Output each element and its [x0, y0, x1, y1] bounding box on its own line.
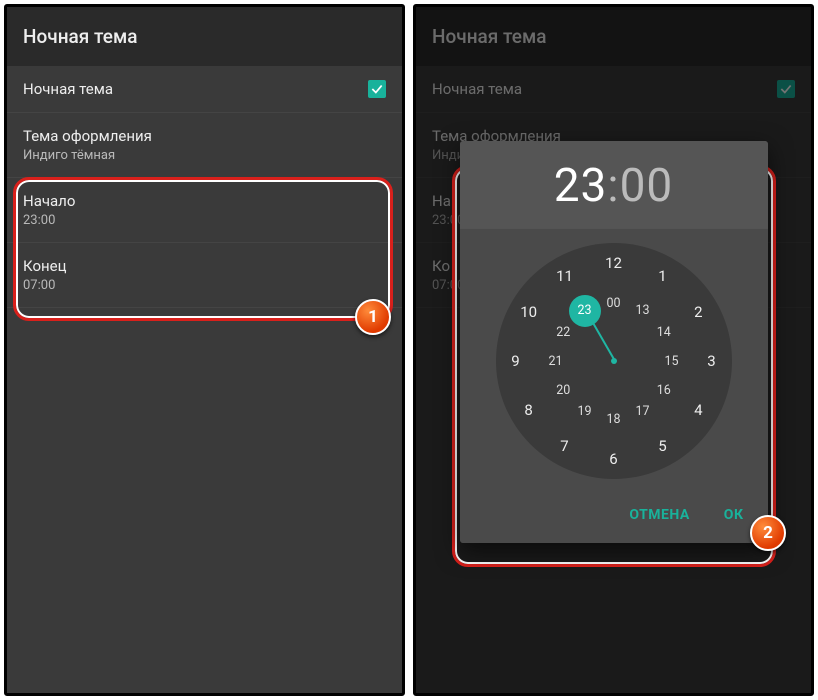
outer-hour-1[interactable]: 1: [649, 262, 677, 290]
toggle-label: Ночная тема: [23, 80, 113, 98]
theme-label: Тема оформления: [23, 127, 152, 145]
minute-display[interactable]: 00: [620, 159, 674, 213]
outer-hour-7[interactable]: 7: [551, 432, 579, 460]
inner-hour-20[interactable]: 20: [549, 376, 577, 404]
outer-hour-9[interactable]: 9: [502, 347, 530, 375]
start-time-row[interactable]: Начало 23:00: [7, 178, 402, 243]
phone-right: Ночная тема Ночная тема Тема оформления …: [413, 4, 814, 696]
toggle-label: Ночная тема: [432, 80, 522, 98]
phone-left: Ночная тема Ночная тема Тема оформления …: [4, 4, 405, 696]
cancel-button[interactable]: ОТМЕНА: [617, 499, 701, 531]
inner-hour-14[interactable]: 14: [650, 318, 678, 346]
time-picker-dialog: 23:00 1212345678910110013141516171819202…: [460, 141, 768, 543]
theme-value: Индиго тёмная: [23, 148, 152, 163]
outer-hour-12[interactable]: 12: [600, 249, 628, 277]
outer-hour-8[interactable]: 8: [515, 396, 543, 424]
outer-hour-3[interactable]: 3: [698, 347, 726, 375]
outer-hour-2[interactable]: 2: [684, 298, 712, 326]
time-display: 23:00: [460, 159, 768, 213]
outer-hour-5[interactable]: 5: [649, 432, 677, 460]
inner-hour-17[interactable]: 17: [629, 397, 657, 425]
inner-hour-21[interactable]: 21: [542, 347, 570, 375]
ok-button[interactable]: ОК: [712, 499, 756, 531]
dialog-header: 23:00: [460, 141, 768, 229]
end-label: Конец: [23, 257, 67, 275]
theme-row[interactable]: Тема оформления Индиго тёмная: [7, 113, 402, 178]
toggle-row-night-theme[interactable]: Ночная тема: [7, 66, 402, 113]
outer-hour-10[interactable]: 10: [515, 298, 543, 326]
checkbox-icon[interactable]: [777, 80, 795, 98]
outer-hour-6[interactable]: 6: [600, 445, 628, 473]
callout-badge-1: 1: [355, 299, 391, 335]
canvas: Ночная тема Ночная тема Тема оформления …: [0, 0, 818, 700]
colon: :: [607, 159, 619, 213]
callout-badge-2: 2: [750, 515, 786, 551]
outer-hour-4[interactable]: 4: [684, 396, 712, 424]
page-title: Ночная тема: [7, 7, 402, 66]
checkbox-icon[interactable]: [368, 80, 386, 98]
inner-hour-18[interactable]: 18: [600, 405, 628, 433]
end-value: 07:00: [23, 278, 67, 293]
clock-zone: 1212345678910110013141516171819202122232…: [460, 229, 768, 489]
outer-hour-11[interactable]: 11: [551, 262, 579, 290]
page-title: Ночная тема: [416, 7, 811, 66]
hour-display[interactable]: 23: [554, 159, 608, 213]
clock-selected-bubble[interactable]: 23: [569, 295, 601, 327]
start-label: Начало: [23, 192, 75, 210]
toggle-row-night-theme[interactable]: Ночная тема: [416, 66, 811, 113]
start-value: 23:00: [23, 213, 75, 228]
inner-hour-15[interactable]: 15: [658, 347, 686, 375]
dialog-actions: ОТМЕНА ОК: [460, 489, 768, 543]
clock-face[interactable]: 1212345678910110013141516171819202122232…: [496, 243, 732, 479]
end-time-row[interactable]: Конец 07:00: [7, 243, 402, 308]
inner-hour-00[interactable]: 00: [600, 289, 628, 317]
